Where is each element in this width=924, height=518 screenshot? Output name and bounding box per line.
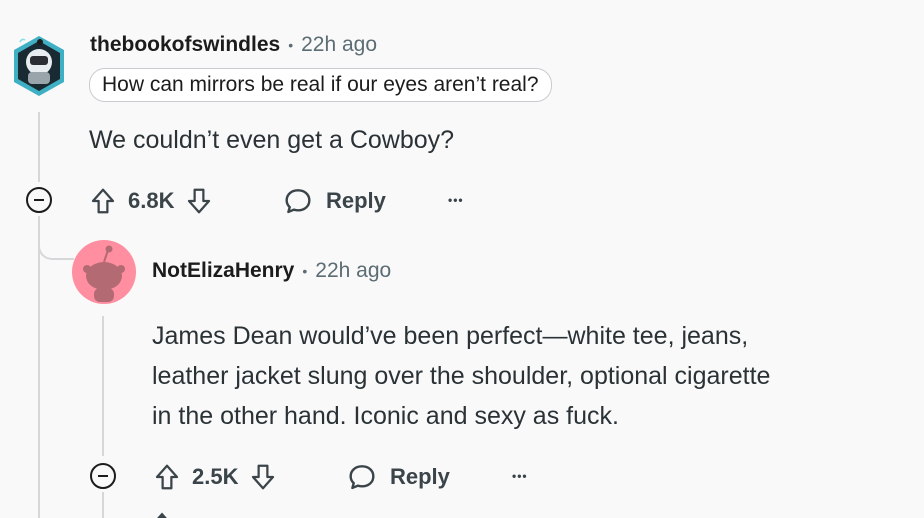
- avatar[interactable]: [10, 32, 68, 100]
- comment-body: James Dean would’ve been perfect—white t…: [152, 316, 770, 436]
- thread-line-2[interactable]: [102, 316, 104, 456]
- separator-dot: •: [288, 37, 294, 53]
- reply-label: Reply: [390, 464, 450, 489]
- timestamp[interactable]: 22h ago: [315, 259, 391, 283]
- reply-icon: [346, 461, 378, 493]
- avatar[interactable]: [72, 240, 136, 304]
- more-options-icon: •••: [512, 469, 528, 483]
- comment-body-line: in the other hand. Iconic and sexy as fu…: [152, 402, 619, 430]
- next-comment-upvote-icon[interactable]: [152, 510, 172, 518]
- upvote-icon[interactable]: [88, 186, 118, 216]
- vote-group: 6.8K: [88, 182, 214, 220]
- upvote-icon[interactable]: [152, 462, 182, 492]
- collapse-button[interactable]: [90, 463, 116, 489]
- reply-icon: [282, 185, 314, 217]
- more-options-button[interactable]: •••: [448, 185, 464, 215]
- thread-line-1b[interactable]: [38, 216, 40, 518]
- downvote-icon[interactable]: [184, 186, 214, 216]
- comment-header: thebookofswindles • 22h ago: [90, 33, 377, 57]
- downvote-icon[interactable]: [248, 462, 278, 492]
- reply-label: Reply: [326, 188, 386, 213]
- snoo-avatar-icon: [14, 36, 64, 96]
- thread-line-1[interactable]: [38, 112, 40, 182]
- username[interactable]: thebookofswindles: [90, 33, 280, 57]
- reply-button[interactable]: Reply: [346, 458, 450, 496]
- vote-group: 2.5K: [152, 458, 278, 496]
- comment-body-line: James Dean would’ve been perfect—white t…: [152, 322, 749, 350]
- more-options-icon: •••: [448, 193, 464, 207]
- more-options-button[interactable]: •••: [512, 461, 528, 491]
- collapse-button[interactable]: [26, 187, 52, 213]
- vote-score: 6.8K: [128, 188, 175, 213]
- snoo-avatar-icon: [83, 245, 125, 302]
- timestamp[interactable]: 22h ago: [301, 33, 377, 57]
- comment-body-line: leather jacket slung over the shoulder, …: [152, 362, 771, 390]
- comment-header: NotElizaHenry • 22h ago: [152, 259, 391, 283]
- separator-dot: •: [302, 263, 308, 279]
- thread-connector: [38, 216, 74, 260]
- vote-score: 2.5K: [192, 464, 239, 489]
- thread-line-2b[interactable]: [102, 492, 104, 518]
- user-flair: How can mirrors be real if our eyes aren…: [89, 68, 552, 102]
- reply-button[interactable]: Reply: [282, 182, 386, 220]
- comment-body: We couldn’t even get a Cowboy?: [89, 126, 455, 154]
- username[interactable]: NotElizaHenry: [152, 259, 294, 283]
